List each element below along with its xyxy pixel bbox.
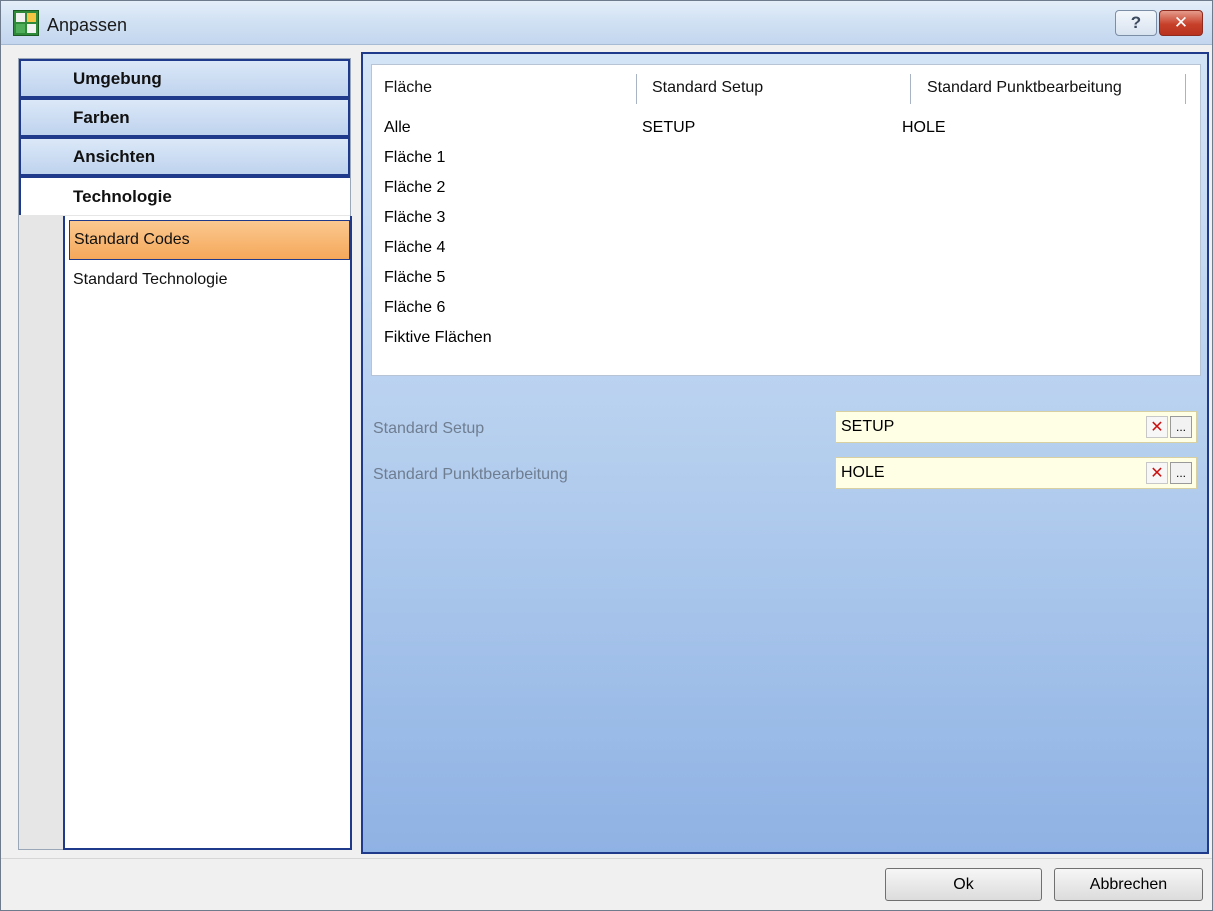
list-row[interactable]: Alle SETUP HOLE [372, 115, 1200, 145]
nav-tab-label: Farben [73, 107, 130, 127]
column-header-standard-punktbearbeitung[interactable]: Standard Punktbearbeitung [927, 65, 1122, 111]
ok-button[interactable]: Ok [885, 868, 1042, 901]
list-row[interactable]: Fläche 3 [372, 205, 1200, 235]
nav-tab-umgebung[interactable]: Umgebung [19, 59, 350, 98]
column-header-label: Standard Setup [652, 79, 764, 96]
faces-list[interactable]: Fläche Standard Setup Standard Punktbear… [371, 64, 1201, 376]
standard-setup-value: SETUP [841, 418, 895, 435]
nav-tab-label: Umgebung [73, 68, 162, 88]
cell-flaeche: Fläche 4 [384, 239, 446, 256]
column-header-label: Fläche [384, 79, 433, 96]
cell-flaeche: Fläche 1 [384, 149, 446, 166]
clear-icon[interactable]: ✕ [1146, 416, 1168, 438]
title-bar[interactable]: Anpassen ? ✕ [1, 1, 1212, 45]
ok-button-label: Ok [953, 875, 974, 893]
button-bar: Ok Abbrechen [1, 858, 1212, 910]
column-separator[interactable] [910, 74, 911, 104]
cell-flaeche: Fläche 2 [384, 179, 446, 196]
list-row[interactable]: Fläche 5 [372, 265, 1200, 295]
close-icon: ✕ [1173, 13, 1189, 32]
cell-flaeche: Alle [384, 119, 411, 136]
list-row[interactable]: Fläche 4 [372, 235, 1200, 265]
category-nav: Umgebung Farben Ansichten Technologie St… [18, 58, 352, 850]
column-header-flaeche[interactable]: Fläche [384, 65, 432, 111]
standard-punktbearbeitung-label: Standard Punktbearbeitung [373, 466, 568, 483]
content-panel: Fläche Standard Setup Standard Punktbear… [361, 52, 1209, 854]
window-title: Anpassen [47, 15, 128, 35]
technologie-subnav: Standard Codes Standard Technologie [63, 216, 352, 850]
cancel-button[interactable]: Abbrechen [1054, 868, 1203, 901]
nav-tab-technologie[interactable]: Technologie [19, 176, 350, 215]
nav-tab-label: Ansichten [73, 146, 156, 166]
list-header: Fläche Standard Setup Standard Punktbear… [372, 65, 1200, 111]
nav-tab-ansichten[interactable]: Ansichten [19, 137, 350, 176]
browse-button[interactable]: ... [1170, 416, 1192, 438]
column-separator[interactable] [636, 74, 637, 104]
help-icon: ? [1130, 13, 1142, 32]
cell-flaeche: Fläche 3 [384, 209, 446, 226]
standard-punktbearbeitung-field[interactable]: HOLE ✕ ... [835, 457, 1197, 489]
cell-punkt: HOLE [902, 119, 946, 136]
column-header-label: Standard Punktbearbeitung [927, 79, 1122, 96]
subnav-item-standard-codes[interactable]: Standard Codes [69, 220, 350, 260]
subnav-item-standard-technologie[interactable]: Standard Technologie [69, 260, 350, 300]
subnav-item-label: Standard Technologie [73, 271, 228, 288]
cell-flaeche: Fiktive Flächen [384, 329, 492, 346]
column-header-standard-setup[interactable]: Standard Setup [652, 65, 763, 111]
list-row[interactable]: Fläche 1 [372, 145, 1200, 175]
standard-punktbearbeitung-value: HOLE [841, 464, 885, 481]
cancel-button-label: Abbrechen [1089, 875, 1168, 893]
list-row[interactable]: Fiktive Flächen [372, 325, 1200, 355]
help-button[interactable]: ? [1115, 10, 1157, 36]
app-icon [13, 10, 39, 36]
dialog-window: Anpassen ? ✕ Umgebung Farben Ansichten T… [0, 0, 1213, 911]
standard-setup-field[interactable]: SETUP ✕ ... [835, 411, 1197, 443]
clear-icon[interactable]: ✕ [1146, 462, 1168, 484]
nav-tab-label: Technologie [73, 186, 172, 206]
nav-tab-farben[interactable]: Farben [19, 98, 350, 137]
cell-flaeche: Fläche 5 [384, 269, 446, 286]
subnav-item-label: Standard Codes [74, 231, 190, 248]
standard-setup-label: Standard Setup [373, 420, 485, 437]
cell-flaeche: Fläche 6 [384, 299, 446, 316]
browse-button[interactable]: ... [1170, 462, 1192, 484]
column-separator[interactable] [1185, 74, 1186, 104]
close-button[interactable]: ✕ [1159, 10, 1203, 36]
cell-setup: SETUP [642, 119, 696, 136]
list-row[interactable]: Fläche 6 [372, 295, 1200, 325]
list-row[interactable]: Fläche 2 [372, 175, 1200, 205]
